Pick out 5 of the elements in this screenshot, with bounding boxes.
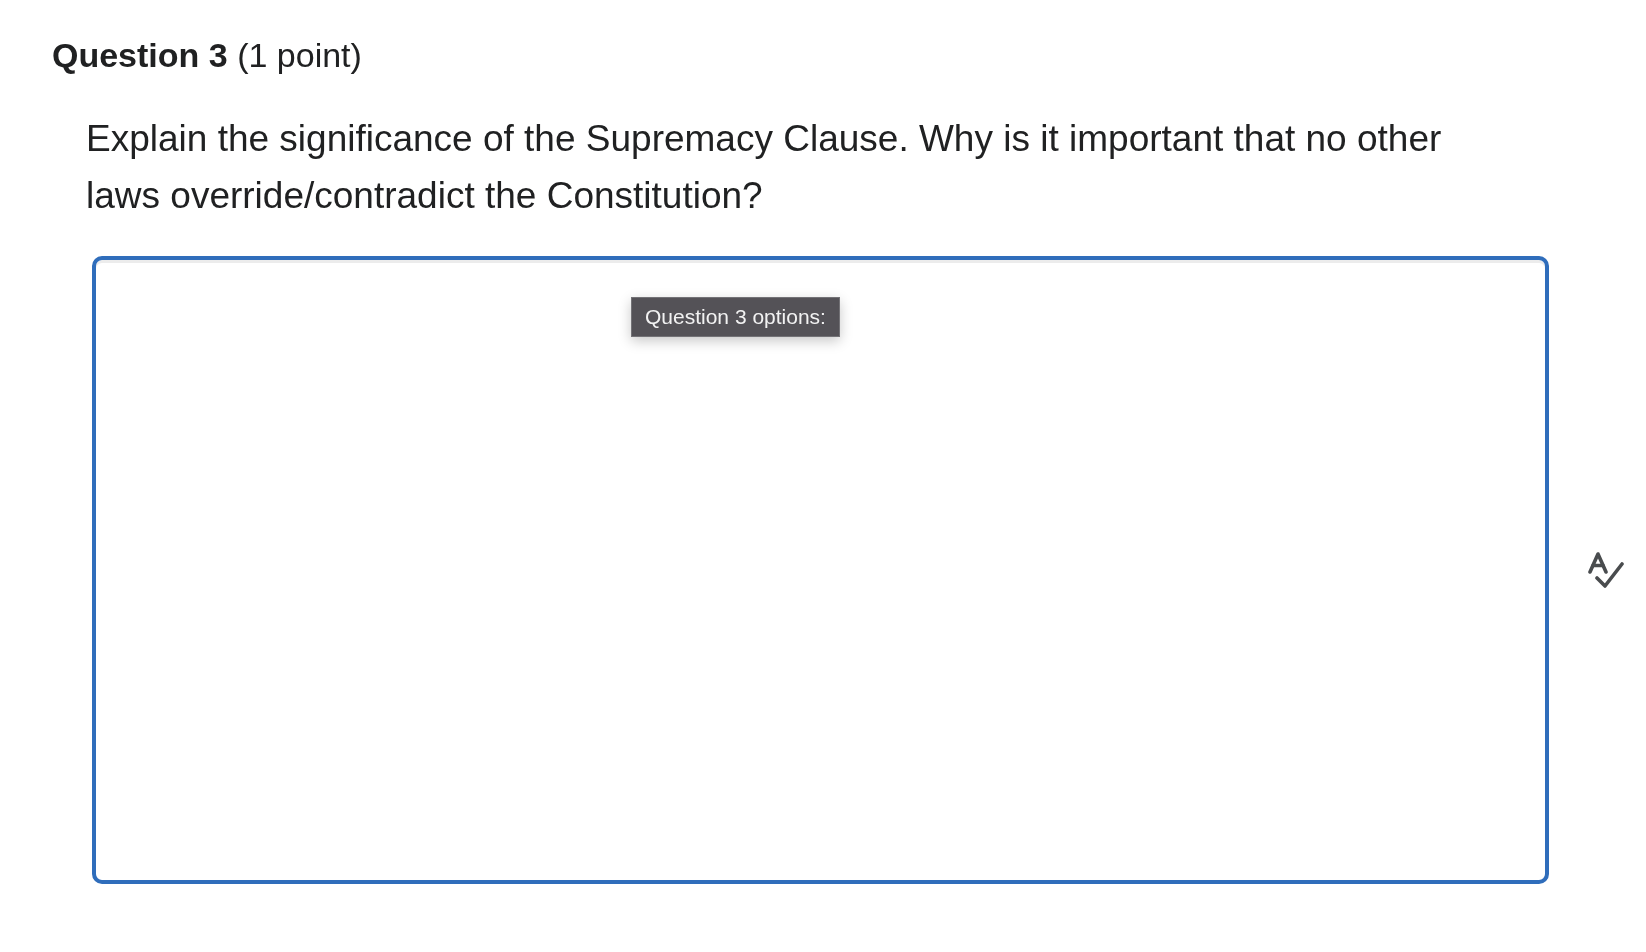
tooltip: Question 3 options: (631, 297, 840, 337)
spellcheck-icon[interactable] (1588, 551, 1624, 589)
question-title: Question 3 (1 point) (52, 35, 362, 75)
answer-field[interactable] (92, 256, 1549, 884)
question-prompt: Explain the significance of the Supremacy Clause. Why is it important that no other laws override/contradict the Constitution? (86, 117, 1443, 218)
